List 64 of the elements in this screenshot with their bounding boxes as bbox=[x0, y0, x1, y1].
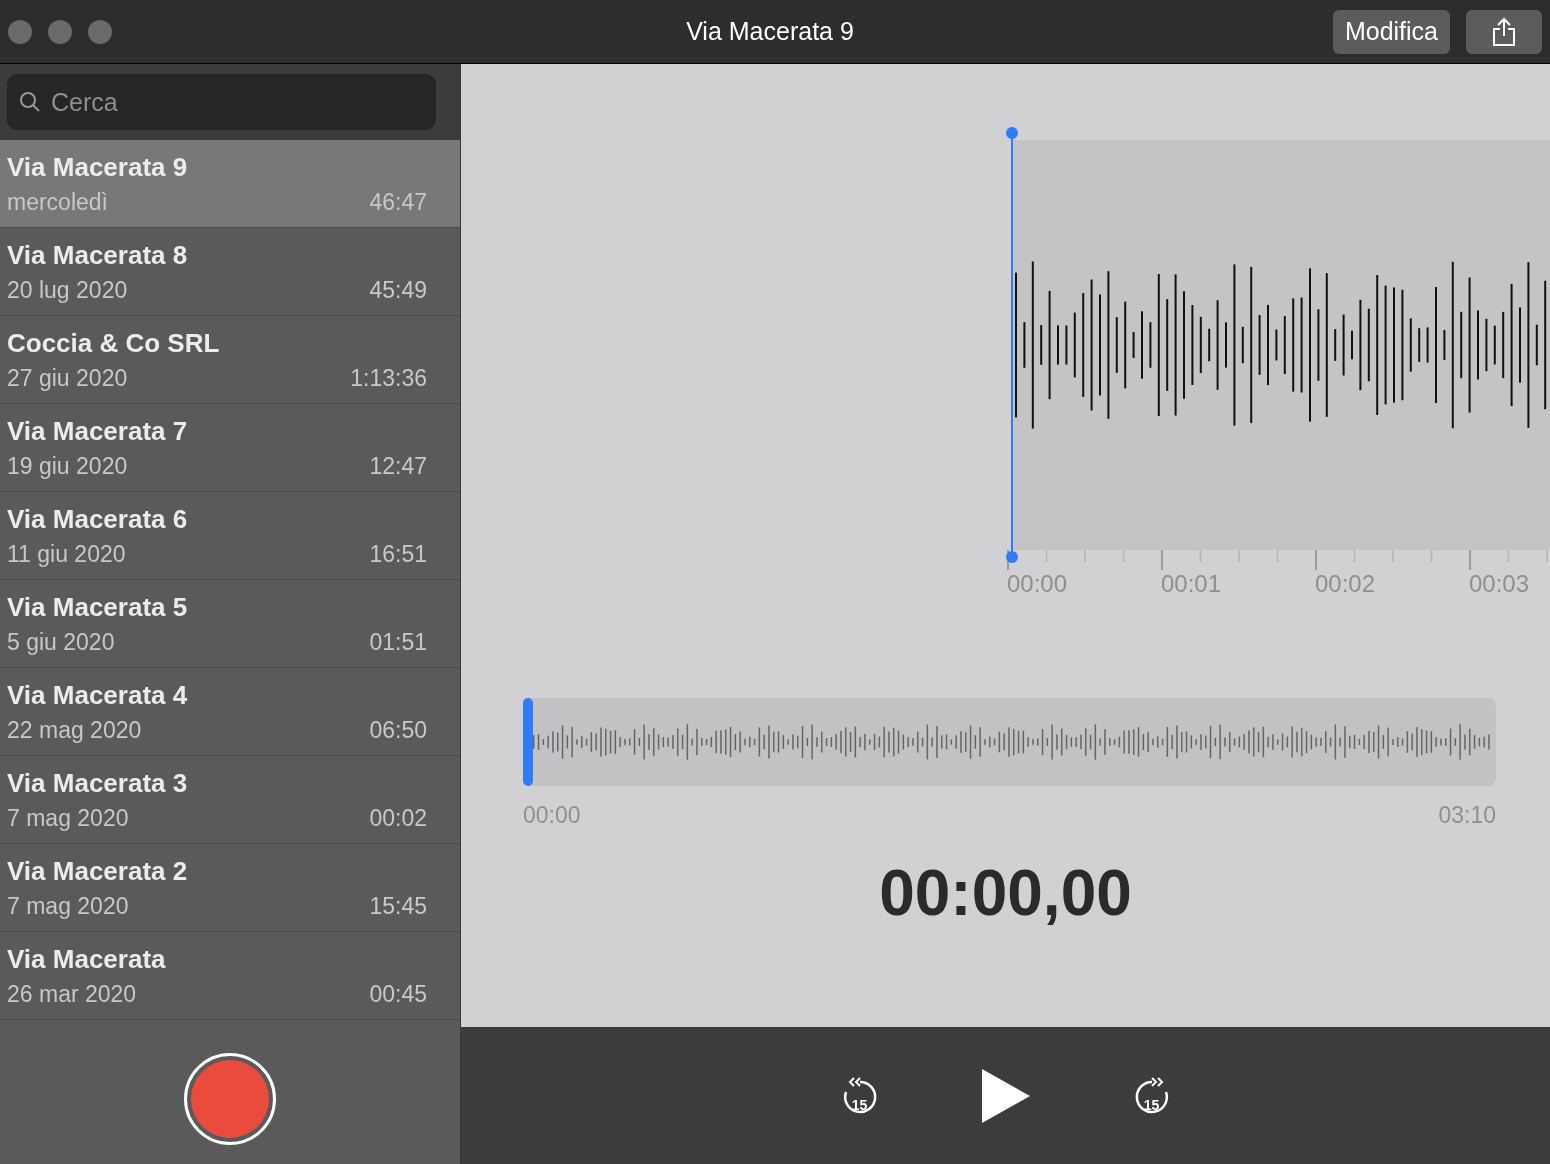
recording-item[interactable]: Via Macerata 4 22 mag 2020 06:50 bbox=[0, 668, 460, 756]
recording-title: Via Macerata 4 bbox=[7, 679, 189, 710]
recording-duration: 15:45 bbox=[369, 891, 427, 920]
search-field[interactable]: Cerca bbox=[7, 74, 436, 130]
playhead[interactable] bbox=[1005, 126, 1019, 564]
time-label: 00:00 bbox=[1007, 569, 1069, 599]
recording-item[interactable]: Via Macerata 3 7 mag 2020 00:02 bbox=[0, 756, 460, 844]
share-button[interactable] bbox=[1466, 9, 1542, 54]
recording-item[interactable]: Via Macerata 9 mercoledì 46:47 bbox=[0, 140, 460, 228]
recording-duration: 00:45 bbox=[369, 979, 427, 1008]
window-control-icon[interactable] bbox=[8, 19, 32, 44]
recording-item[interactable]: Via Macerata 6 11 giu 2020 16:51 bbox=[0, 492, 460, 580]
recording-title: Via Macerata 7 bbox=[7, 415, 189, 446]
recording-date: 26 mar 2020 bbox=[7, 979, 137, 1008]
recording-date: mercoledì bbox=[7, 187, 108, 216]
edit-button[interactable]: Modifica bbox=[1332, 9, 1450, 54]
recording-duration: 06:50 bbox=[369, 715, 427, 744]
recording-date: 20 lug 2020 bbox=[7, 275, 128, 304]
recording-duration: 16:51 bbox=[369, 539, 427, 568]
time-label: 00:02 bbox=[1315, 569, 1377, 599]
recording-duration: 1:13:36 bbox=[350, 363, 427, 392]
recording-date: 7 mag 2020 bbox=[7, 803, 129, 832]
current-time: 00:00,00 bbox=[879, 860, 1132, 925]
time-label: 00:03 bbox=[1469, 569, 1531, 599]
skip-back-button[interactable]: 15 bbox=[839, 1073, 880, 1118]
skip-forward-button[interactable]: 15 bbox=[1131, 1073, 1172, 1118]
play-icon bbox=[979, 1066, 1032, 1125]
window-control-icon[interactable] bbox=[88, 19, 112, 44]
end-time: 03:10 bbox=[1438, 801, 1496, 830]
recording-date: 19 giu 2020 bbox=[7, 451, 128, 480]
recording-item[interactable]: Via Macerata 2 7 mag 2020 15:45 bbox=[0, 844, 460, 932]
recording-duration: 45:49 bbox=[369, 275, 427, 304]
recording-item[interactable]: Via Macerata 26 mar 2020 00:45 bbox=[0, 932, 460, 1020]
recording-item[interactable]: Via Macerata 5 5 giu 2020 01:51 bbox=[0, 580, 460, 668]
recording-title: Coccia & Co SRL bbox=[7, 327, 221, 358]
record-icon bbox=[191, 1060, 269, 1138]
recording-item[interactable]: Coccia & Co SRL 27 giu 2020 1:13:36 bbox=[0, 316, 460, 404]
recording-date: 11 giu 2020 bbox=[7, 539, 126, 568]
start-time: 00:00 bbox=[523, 801, 581, 830]
recording-duration: 00:02 bbox=[369, 803, 427, 832]
recording-title: Via Macerata 3 bbox=[7, 767, 189, 798]
overview-handle[interactable] bbox=[523, 698, 533, 786]
recording-duration: 12:47 bbox=[369, 451, 427, 480]
overview-track[interactable] bbox=[523, 698, 1496, 786]
recording-date: 27 giu 2020 bbox=[7, 363, 128, 392]
recording-title: Via Macerata bbox=[7, 943, 167, 974]
recording-duration: 46:47 bbox=[369, 187, 427, 216]
window-title: Via Macerata 9 bbox=[685, 15, 855, 47]
share-icon bbox=[1492, 16, 1516, 47]
recording-date: 5 giu 2020 bbox=[7, 627, 115, 656]
recording-title: Via Macerata 5 bbox=[7, 591, 189, 622]
search-icon bbox=[19, 91, 41, 113]
record-button[interactable] bbox=[184, 1053, 276, 1145]
recording-date: 7 mag 2020 bbox=[7, 891, 129, 920]
recording-title: Via Macerata 8 bbox=[7, 239, 189, 270]
recording-date: 22 mag 2020 bbox=[7, 715, 142, 744]
recording-item[interactable]: Via Macerata 7 19 giu 2020 12:47 bbox=[0, 404, 460, 492]
recording-title: Via Macerata 6 bbox=[7, 503, 189, 534]
recording-title: Via Macerata 9 bbox=[7, 151, 189, 182]
recording-duration: 01:51 bbox=[369, 627, 427, 656]
recording-item[interactable]: Via Macerata 8 20 lug 2020 45:49 bbox=[0, 228, 460, 316]
recording-title: Via Macerata 2 bbox=[7, 855, 189, 886]
window-control-icon[interactable] bbox=[48, 19, 72, 44]
time-label: 00:01 bbox=[1161, 569, 1223, 599]
